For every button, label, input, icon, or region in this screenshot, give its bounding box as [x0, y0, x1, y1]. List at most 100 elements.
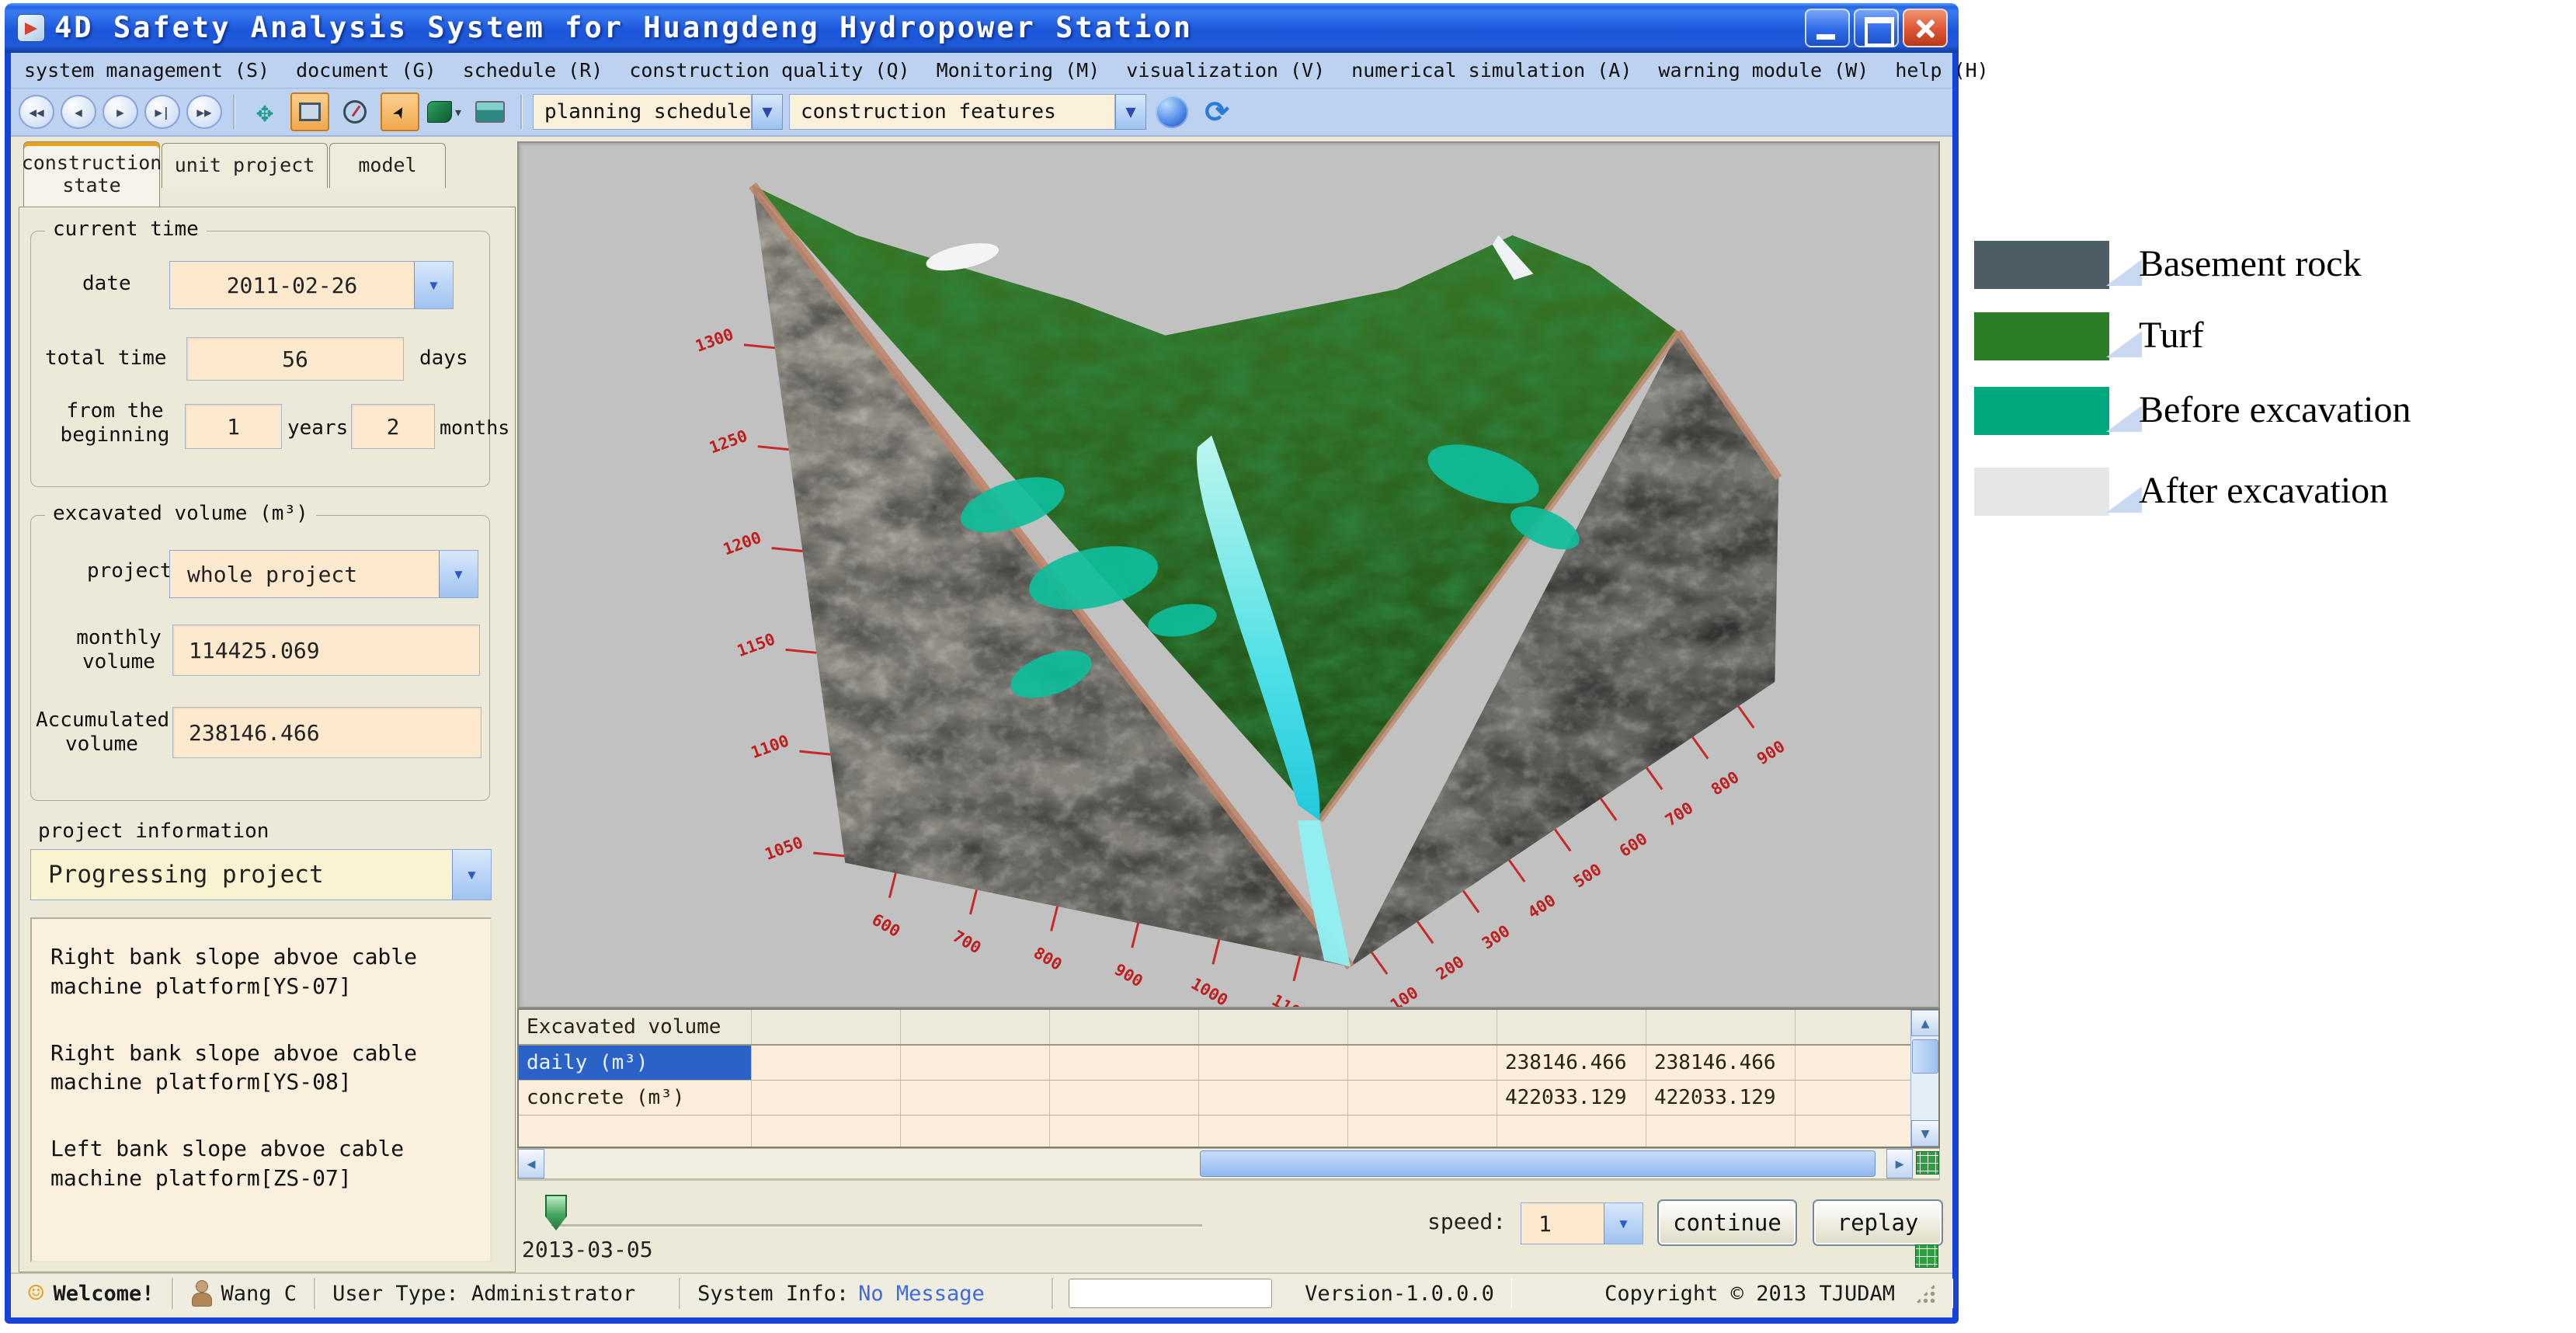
tab-construction-state[interactable]: construction state — [23, 141, 160, 207]
scrollbar-thumb[interactable] — [1200, 1150, 1876, 1177]
scene-tool-button[interactable]: ▾ — [426, 92, 464, 131]
accumulated-volume-field[interactable]: 238146.466 — [172, 707, 481, 758]
axis-tick-label: 1150 — [735, 630, 777, 661]
axis-tick — [772, 548, 803, 552]
project-label: project — [87, 559, 172, 583]
axis-tick — [889, 873, 895, 898]
chevron-down-icon[interactable]: ▾ — [1604, 1203, 1643, 1244]
menu-warning-module[interactable]: warning module (W) — [1645, 53, 1882, 88]
years-field[interactable]: 1 — [185, 404, 282, 449]
axis-tick — [1132, 923, 1139, 948]
row-label[interactable]: daily (m³) — [519, 1046, 752, 1080]
close-button[interactable] — [1903, 9, 1948, 47]
grid-toggle-icon[interactable] — [1915, 1244, 1938, 1268]
left-panel: construction state unit project model cu… — [19, 141, 516, 1272]
step-forward-button[interactable]: ▶| — [144, 95, 180, 129]
menu-system-management[interactable]: system management (S) — [11, 53, 283, 88]
table-row-concrete[interactable]: concrete (m³) 422033.129 422033.129 — [519, 1081, 1938, 1115]
rotate-tool-button[interactable] — [335, 92, 374, 131]
tab-model[interactable]: model — [329, 143, 446, 188]
app-icon — [17, 14, 45, 42]
axis-tick-label: 300 — [1479, 921, 1514, 953]
axis-tick-label: 800 — [1031, 943, 1066, 974]
legend-label: Turf — [2139, 314, 2204, 357]
refresh-tool-button[interactable]: ⟳ — [1198, 92, 1236, 131]
table-row-partial[interactable] — [519, 1115, 1938, 1148]
fast-forward-button[interactable]: ▶▶ — [186, 95, 222, 129]
replay-button[interactable]: replay — [1813, 1199, 1943, 1246]
progressing-project-list[interactable]: Right bank slope abvoe cable machine pla… — [30, 917, 492, 1262]
from-beginning-label: from the beginning — [53, 399, 177, 447]
scrollbar-thumb[interactable] — [1912, 1039, 1938, 1074]
table-horizontal-scrollbar[interactable]: ◀ ▶ — [517, 1148, 1940, 1179]
months-field[interactable]: 2 — [351, 404, 435, 449]
project-combo[interactable]: whole project ▾ — [169, 550, 478, 598]
globe-tool-button[interactable] — [1152, 92, 1191, 131]
viewport-3d[interactable]: 1300125012001150110010506007008009001000… — [517, 141, 1940, 1008]
scroll-down-icon[interactable]: ▼ — [1911, 1120, 1939, 1147]
menu-numerical-simulation[interactable]: numerical simulation (A) — [1338, 53, 1645, 88]
cell-value: 422033.129 — [1497, 1081, 1646, 1115]
minimize-button[interactable] — [1805, 9, 1850, 47]
scroll-up-icon[interactable]: ▲ — [1911, 1010, 1939, 1036]
project-information-combo[interactable]: Progressing project ▾ — [30, 849, 492, 900]
copyright-text: Copyright © 2013 TJUDAM — [1604, 1282, 1895, 1306]
table-row-daily[interactable]: daily (m³) 238146.466 238146.466 — [519, 1046, 1938, 1081]
chevron-down-icon[interactable]: ▼ — [752, 94, 783, 130]
rewind-button[interactable]: ◀◀ — [19, 95, 54, 129]
construction-features-combo[interactable]: construction features ▼ — [789, 94, 1146, 130]
viewport-3d-model: 1300125012001150110010506007008009001000… — [519, 143, 1938, 1007]
menu-document[interactable]: document (G) — [283, 53, 450, 88]
date-combo[interactable]: 2011-02-26 ▾ — [169, 261, 454, 309]
axis-tick-label: 700 — [1662, 799, 1697, 830]
list-item[interactable]: Left bank slope abvoe cable machine plat… — [50, 1134, 471, 1193]
axis-tick — [786, 649, 817, 653]
box-select-tool-button[interactable] — [290, 92, 329, 131]
snapshot-tool-button[interactable] — [471, 92, 509, 131]
chevron-down-icon[interactable]: ▾ — [439, 551, 478, 597]
tab-unit-project[interactable]: unit project — [162, 143, 328, 188]
scroll-left-icon[interactable]: ◀ — [518, 1149, 544, 1178]
toolbar-separator — [233, 95, 235, 129]
row-label[interactable]: concrete (m³) — [519, 1081, 752, 1115]
menu-construction-quality[interactable]: construction quality (Q) — [616, 53, 923, 88]
monthly-volume-field[interactable]: 114425.069 — [172, 625, 480, 676]
menu-visualization[interactable]: visualization (V) — [1113, 53, 1338, 88]
grid-toggle-icon[interactable] — [1916, 1151, 1939, 1175]
cell-value: 422033.129 — [1646, 1081, 1796, 1115]
chevron-down-icon[interactable]: ▾ — [414, 262, 453, 308]
table-vertical-scrollbar[interactable]: ▲ ▼ — [1910, 1010, 1938, 1147]
user-name: Wang C — [221, 1282, 297, 1306]
pan-tool-button[interactable]: ✥ — [245, 92, 284, 131]
legend-swatch-after-excavation — [1974, 468, 2109, 516]
chevron-down-icon[interactable]: ▼ — [1115, 94, 1146, 130]
resize-grip[interactable] — [1915, 1283, 1935, 1303]
construction-state-panel: current time date 2011-02-26 ▾ total tim… — [19, 207, 516, 1272]
status-input-field[interactable] — [1069, 1279, 1272, 1308]
menu-monitoring[interactable]: Monitoring (M) — [923, 53, 1114, 88]
system-info-label: System Info: — [697, 1282, 849, 1306]
monthly-volume-label: monthly volume — [68, 626, 169, 674]
play-button[interactable]: ▶ — [103, 95, 138, 129]
legend-row: Before excavation — [1974, 387, 2572, 437]
title-bar[interactable]: 4D Safety Analysis System for Huangdeng … — [5, 3, 1959, 53]
cursor-tool-button[interactable]: ➤ — [381, 92, 419, 131]
list-item[interactable]: Right bank slope abvoe cable machine pla… — [50, 942, 471, 1001]
status-bar: ☺ Welcome! Wang C User Type: Administrat… — [11, 1272, 1952, 1313]
menu-help[interactable]: help (H) — [1882, 53, 2001, 88]
continue-button[interactable]: continue — [1657, 1199, 1797, 1246]
axis-tick-label: 1050 — [763, 833, 805, 864]
total-time-field[interactable]: 56 — [186, 337, 404, 381]
step-back-button[interactable]: ◀ — [61, 95, 96, 129]
maximize-button[interactable] — [1854, 9, 1899, 47]
planning-schedule-combo[interactable]: planning schedule ▼ — [533, 94, 783, 130]
list-item[interactable]: Right bank slope abvoe cable machine pla… — [50, 1039, 471, 1098]
axis-tick — [1555, 830, 1570, 851]
table-title: Excavated volume — [519, 1010, 752, 1044]
speed-combo[interactable]: 1 ▾ — [1521, 1202, 1643, 1244]
menu-schedule[interactable]: schedule (R) — [450, 53, 617, 88]
chevron-down-icon[interactable]: ▾ — [452, 850, 491, 900]
scroll-right-icon[interactable]: ▶ — [1886, 1149, 1913, 1178]
axis-tick-label: 600 — [869, 910, 904, 941]
timeline-track[interactable] — [551, 1224, 1202, 1227]
